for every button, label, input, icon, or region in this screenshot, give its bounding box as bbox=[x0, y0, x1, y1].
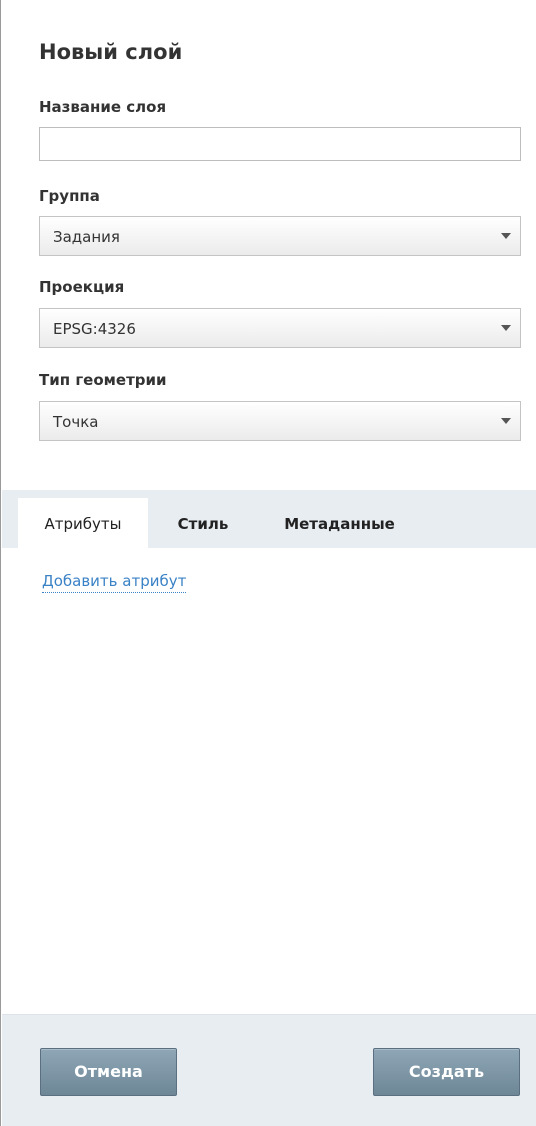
tab-attributes[interactable]: Атрибуты bbox=[18, 498, 148, 548]
cancel-button[interactable]: Отмена bbox=[40, 1048, 177, 1096]
create-button[interactable]: Создать bbox=[373, 1048, 520, 1096]
chevron-down-icon bbox=[501, 325, 511, 331]
add-attribute-link[interactable]: Добавить атрибут bbox=[42, 572, 187, 593]
projection-select-value: EPSG:4326 bbox=[53, 320, 136, 338]
tab-style[interactable]: Стиль bbox=[158, 498, 248, 548]
group-select-value: Задания bbox=[53, 228, 120, 246]
projection-label: Проекция bbox=[39, 278, 125, 296]
chevron-down-icon bbox=[501, 418, 511, 424]
tab-bar: Атрибуты Стиль Метаданные bbox=[2, 490, 536, 548]
group-select[interactable]: Задания bbox=[39, 216, 521, 256]
geometry-type-label: Тип геометрии bbox=[39, 371, 167, 389]
new-layer-panel: Новый слой Название слоя Группа Задания … bbox=[0, 0, 536, 1126]
tab-metadata[interactable]: Метаданные bbox=[262, 498, 417, 548]
geometry-type-select[interactable]: Точка bbox=[39, 401, 521, 441]
layer-name-input[interactable] bbox=[39, 127, 521, 161]
footer: Отмена Создать bbox=[2, 1014, 536, 1126]
chevron-down-icon bbox=[501, 233, 511, 239]
projection-select[interactable]: EPSG:4326 bbox=[39, 308, 521, 348]
page-title: Новый слой bbox=[39, 40, 183, 64]
group-label: Группа bbox=[39, 187, 100, 205]
layer-name-label: Название слоя bbox=[39, 98, 167, 116]
geometry-type-select-value: Точка bbox=[53, 413, 99, 431]
